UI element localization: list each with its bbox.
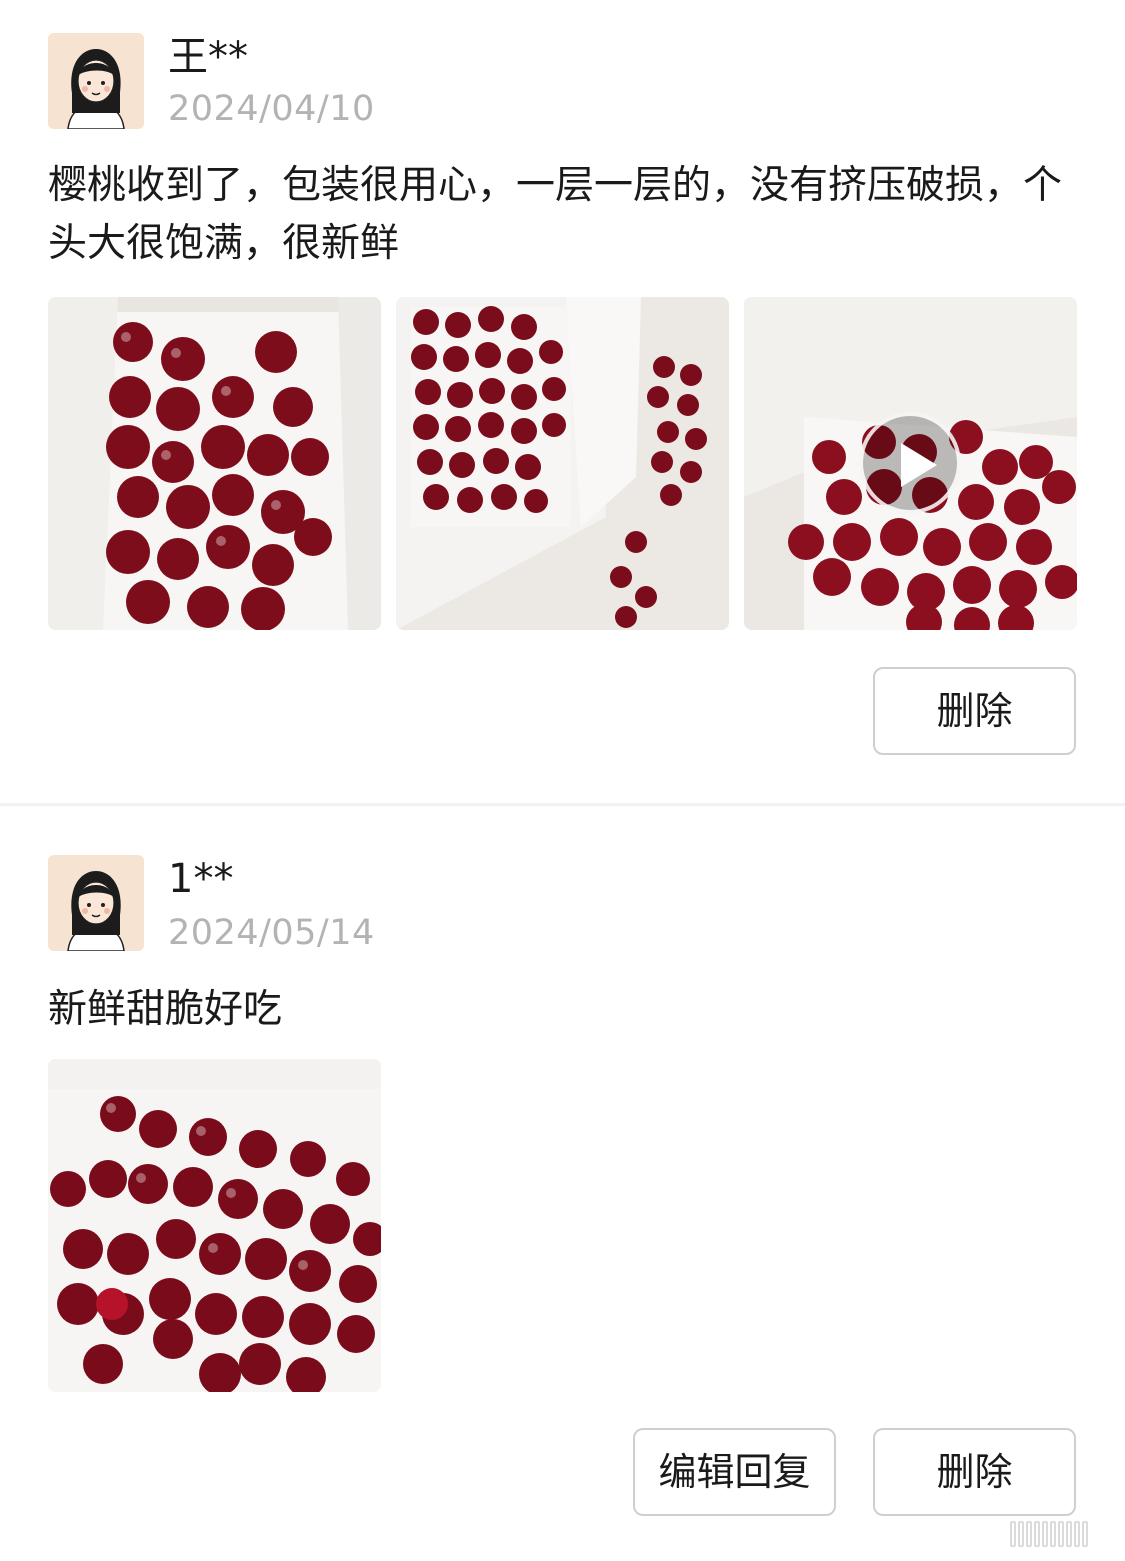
review-photo[interactable] (396, 297, 729, 630)
reviewer-name: 1** (168, 856, 234, 902)
review-item: 1** 2024/05/14 新鲜甜脆好吃 编辑回复 删除 (0, 806, 1125, 1561)
delete-button[interactable]: 删除 (873, 1428, 1076, 1516)
avatar-girl-icon (48, 855, 144, 951)
review-date: 2024/05/14 (168, 913, 375, 953)
avatar-girl-icon (48, 33, 144, 129)
review-photo[interactable] (48, 1059, 381, 1392)
review-text: 新鲜甜脆好吃 (48, 987, 283, 1032)
review-photo[interactable] (48, 297, 381, 630)
play-icon[interactable] (859, 412, 961, 514)
review-item: 王** 2024/04/10 樱桃收到了，包装很用心，一层一层的，没有挤压破损，… (0, 0, 1125, 803)
review-list: 王** 2024/04/10 樱桃收到了，包装很用心，一层一层的，没有挤压破损，… (0, 0, 1125, 1561)
review-video[interactable] (744, 297, 1077, 630)
review-date: 2024/04/10 (168, 89, 375, 129)
edit-reply-button[interactable]: 编辑回复 (633, 1428, 836, 1516)
delete-button[interactable]: 删除 (873, 667, 1076, 755)
watermark-icon (1010, 1521, 1120, 1551)
reviewer-name: 王** (168, 34, 248, 80)
review-text: 樱桃收到了，包装很用心，一层一层的，没有挤压破损，个头大很饱满，很新鲜 (48, 163, 1063, 266)
